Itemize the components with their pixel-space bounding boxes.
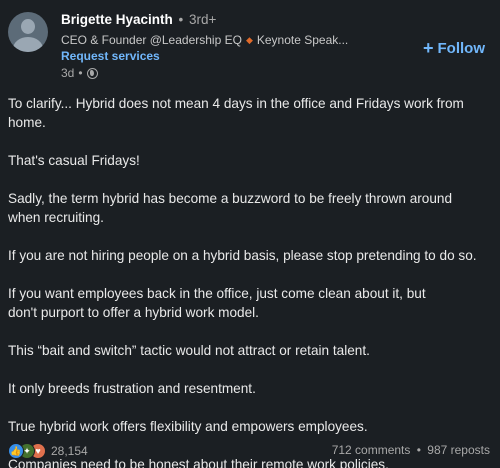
- headline-part-1: CEO & Founder @Leadership EQ: [61, 33, 242, 47]
- post-time: 3d: [61, 66, 75, 80]
- post-paragraph: To clarify... Hybrid does not mean 4 day…: [8, 96, 464, 130]
- connection-degree: 3rd+: [189, 12, 217, 27]
- author-avatar[interactable]: [8, 12, 48, 52]
- post-paragraph: If you are not hiring people on a hybrid…: [8, 248, 477, 263]
- request-services-link[interactable]: Request services: [61, 49, 160, 64]
- post-paragraph: Sadly, the term hybrid has become a buzz…: [8, 191, 453, 225]
- post-paragraph: It only breeds frustration and resentmen…: [8, 381, 256, 396]
- reaction-count: 28,154: [51, 444, 88, 458]
- reactions-summary[interactable]: 👍 ✦ ♥ 28,154: [8, 443, 88, 459]
- author-line: Brigette Hyacinth • 3rd+: [61, 11, 216, 28]
- post-paragraph: True hybrid work offers flexibility and …: [8, 419, 368, 434]
- degree-separator: •: [178, 12, 184, 27]
- follow-label: Follow: [437, 40, 486, 57]
- post-meta: 3d •: [61, 66, 98, 81]
- post-text: To clarify... Hybrid does not mean 4 day…: [8, 94, 492, 468]
- like-icon: 👍: [8, 443, 24, 459]
- avatar-body-shape: [13, 37, 43, 52]
- post-paragraph: If you want employees back in the office…: [8, 286, 426, 320]
- meta-separator: •: [78, 66, 83, 80]
- reposts-link[interactable]: 987 reposts: [427, 443, 490, 457]
- avatar-head-shape: [21, 19, 35, 34]
- post-paragraph: This “bait and switch” tactic would not …: [8, 343, 370, 358]
- comments-link[interactable]: 712 comments: [332, 443, 411, 457]
- post-paragraph: That's casual Fridays!: [8, 153, 140, 168]
- author-name[interactable]: Brigette Hyacinth: [61, 12, 173, 27]
- headline-part-2: Keynote Speak...: [256, 33, 349, 47]
- globe-icon: [86, 68, 98, 79]
- post-stats: 712 comments • 987 reposts: [332, 443, 490, 457]
- diamond-icon: ◆: [245, 35, 253, 45]
- plus-icon: +: [423, 38, 434, 58]
- post-card: Brigette Hyacinth • 3rd+ CEO & Founder @…: [0, 0, 500, 468]
- stats-separator: •: [416, 443, 421, 457]
- author-headline: CEO & Founder @Leadership EQ ◆ Keynote Spe…: [61, 33, 348, 49]
- follow-button[interactable]: + Follow: [423, 38, 485, 58]
